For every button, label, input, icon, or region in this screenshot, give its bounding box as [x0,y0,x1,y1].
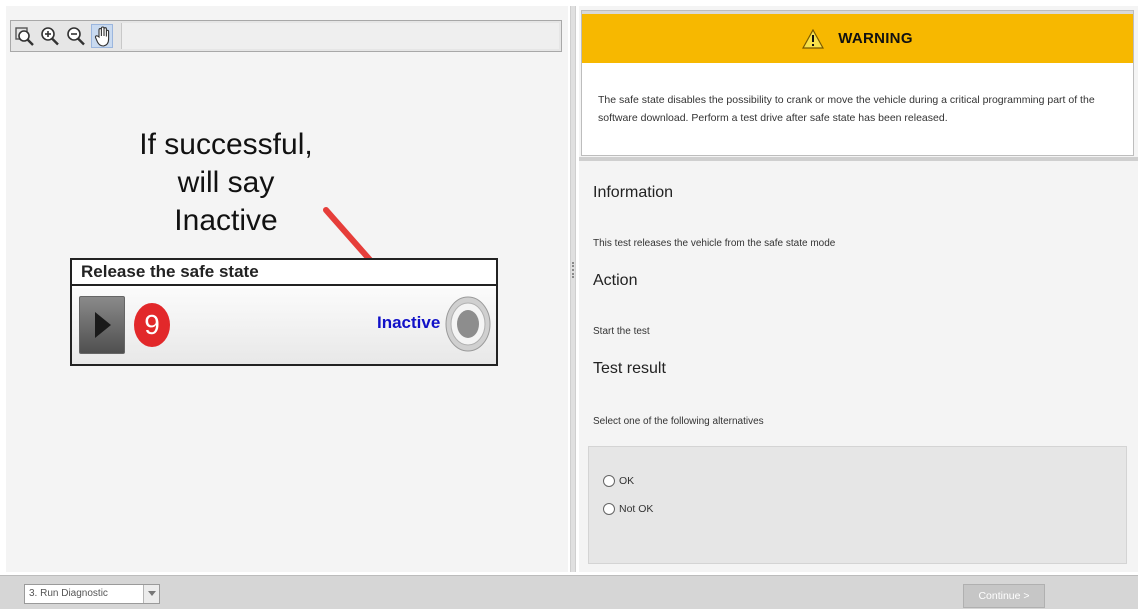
toolbar-spacer [121,23,559,49]
action-heading: Action [593,272,638,289]
zoom-toolbar [10,20,562,52]
instructions-pane: WARNING The safe state disables the poss… [579,6,1138,572]
step-card: Release the safe state 9 Inactive [70,258,498,366]
test-result-heading: Test result [593,360,666,377]
pan-hand-icon[interactable] [91,24,113,48]
warning-header: WARNING [582,11,1133,63]
option-not-ok[interactable]: Not OK [603,503,653,515]
annotation-line-1: If successful, [139,128,313,161]
section-divider [579,157,1138,161]
result-options: OK Not OK [588,446,1127,564]
warning-text: The safe state disables the possibility … [598,94,1095,124]
warning-title: WARNING [838,30,913,47]
annotation-line-3: Inactive [174,204,278,237]
diagram-pane: If successful, will say Inactive Release… [6,6,568,572]
run-step-button[interactable] [79,296,125,354]
option-not-ok-label: Not OK [619,503,654,515]
step-body: 9 Inactive [72,288,496,364]
radio-not-ok[interactable] [603,503,615,515]
information-heading: Information [593,184,674,201]
step-number-badge: 9 [134,303,170,347]
annotation-text: If successful, will say Inactive [116,126,336,240]
radio-ok[interactable] [603,475,615,487]
step-status: Inactive [377,313,441,332]
continue-button[interactable]: Continue > [963,584,1045,608]
test-result-text: Select one of the following alternatives [593,416,764,427]
chevron-down-icon [148,591,156,596]
step-select[interactable]: 3. Run Diagnostic [24,584,160,604]
play-icon [95,312,111,338]
zoom-out-icon[interactable] [65,24,87,48]
zoom-to-fit-icon[interactable] [13,24,35,48]
diagnostic-window: If successful, will say Inactive Release… [0,0,1138,609]
bottom-bar: 3. Run Diagnostic Continue > [0,575,1138,609]
action-text: Start the test [593,326,650,337]
information-text: This test releases the vehicle from the … [593,238,836,249]
warning-icon [802,28,825,49]
status-indicator-icon [445,296,491,352]
zoom-in-icon[interactable] [39,24,61,48]
warning-box: WARNING The safe state disables the poss… [581,10,1134,156]
splitter-grip[interactable] [572,262,574,278]
option-ok[interactable]: OK [603,475,634,487]
pane-splitter[interactable] [570,6,576,572]
option-ok-label: OK [619,475,635,487]
select-arrow-button[interactable] [143,585,159,603]
step-title: Release the safe state [72,260,496,286]
annotation-line-2: will say [177,166,275,199]
step-select-value: 3. Run Diagnostic [29,588,108,599]
